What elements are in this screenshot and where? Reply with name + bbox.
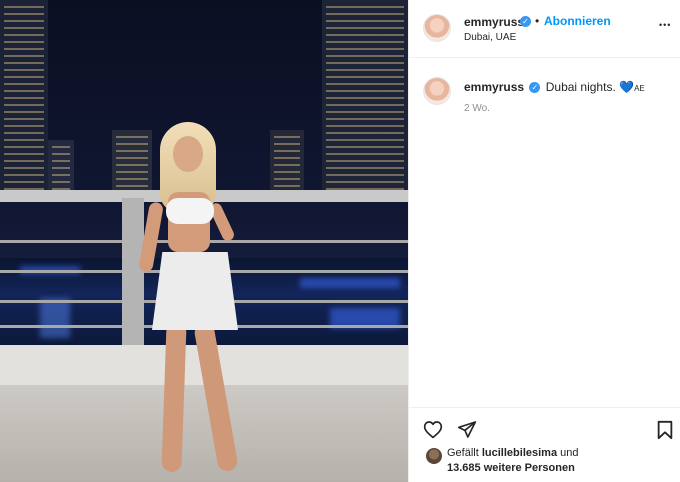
paper-plane-icon[interactable] — [457, 420, 477, 444]
likes-joiner: und — [560, 447, 579, 459]
author-username[interactable]: emmyruss — [464, 15, 524, 29]
liker-avatar[interactable] — [426, 448, 442, 464]
verified-badge-icon: ✓ — [520, 16, 531, 27]
uae-flag-emoji: AE — [634, 84, 645, 93]
caption-avatar[interactable] — [423, 77, 451, 105]
building-right — [322, 0, 408, 200]
verified-badge-icon: ✓ — [529, 82, 541, 93]
likes-summary: Gefällt lucillebilesima und 13.685 weite… — [447, 446, 677, 476]
location-link[interactable]: Dubai, UAE — [464, 32, 516, 43]
post-details-panel: emmyruss ✓ • Abonnieren Dubai, UAE ••• e… — [408, 0, 680, 482]
caption: emmyruss ✓ Dubai nights. 💙AE — [464, 80, 645, 94]
post-photo[interactable] — [0, 0, 408, 482]
liker-username[interactable]: lucillebilesima — [482, 447, 557, 459]
likes-prefix: Gefällt — [447, 447, 479, 459]
post-actions: Gefällt lucillebilesima und 13.685 weite… — [409, 407, 680, 482]
heart-outline-icon[interactable] — [423, 420, 443, 444]
likes-count[interactable]: 13.685 weitere Personen — [447, 462, 575, 474]
person-figure — [138, 122, 260, 482]
separator-dot: • — [535, 14, 540, 28]
bookmark-icon[interactable] — [656, 420, 674, 445]
blue-heart-emoji: 💙 — [619, 80, 635, 94]
post-header: emmyruss ✓ • Abonnieren Dubai, UAE ••• — [409, 0, 680, 58]
author-avatar[interactable] — [423, 14, 451, 42]
follow-button[interactable]: Abonnieren — [544, 14, 611, 28]
caption-username[interactable]: emmyruss — [464, 80, 524, 94]
post-timestamp[interactable]: 2 Wo. — [464, 103, 490, 114]
building-left — [0, 0, 48, 200]
more-options-icon[interactable]: ••• — [659, 20, 671, 30]
caption-text: Dubai nights. — [545, 80, 616, 94]
